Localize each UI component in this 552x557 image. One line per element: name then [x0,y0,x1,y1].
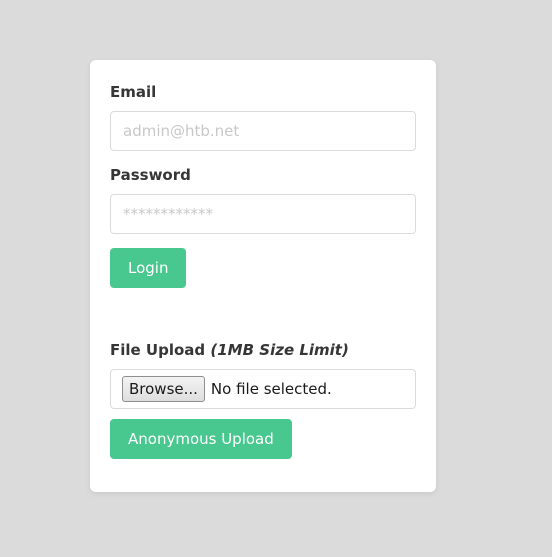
password-label: Password [110,166,191,184]
size-limit-note: (1MB Size Limit) [210,341,349,359]
login-card: Email Password Login File Upload (1MB Si… [90,60,436,492]
file-status-text: No file selected. [210,380,332,398]
password-group: Password [110,165,416,234]
email-group: Email [110,82,416,151]
anonymous-upload-button[interactable]: Anonymous Upload [110,419,292,459]
email-input[interactable] [110,111,416,151]
browse-button[interactable]: Browse... [122,376,205,402]
email-label: Email [110,83,157,101]
file-input[interactable]: Browse... No file selected. [110,369,416,409]
login-button[interactable]: Login [110,248,187,288]
password-input[interactable] [110,194,416,234]
file-upload-label: File Upload (1MB Size Limit) [110,340,416,360]
file-upload-title: File Upload [110,341,206,359]
